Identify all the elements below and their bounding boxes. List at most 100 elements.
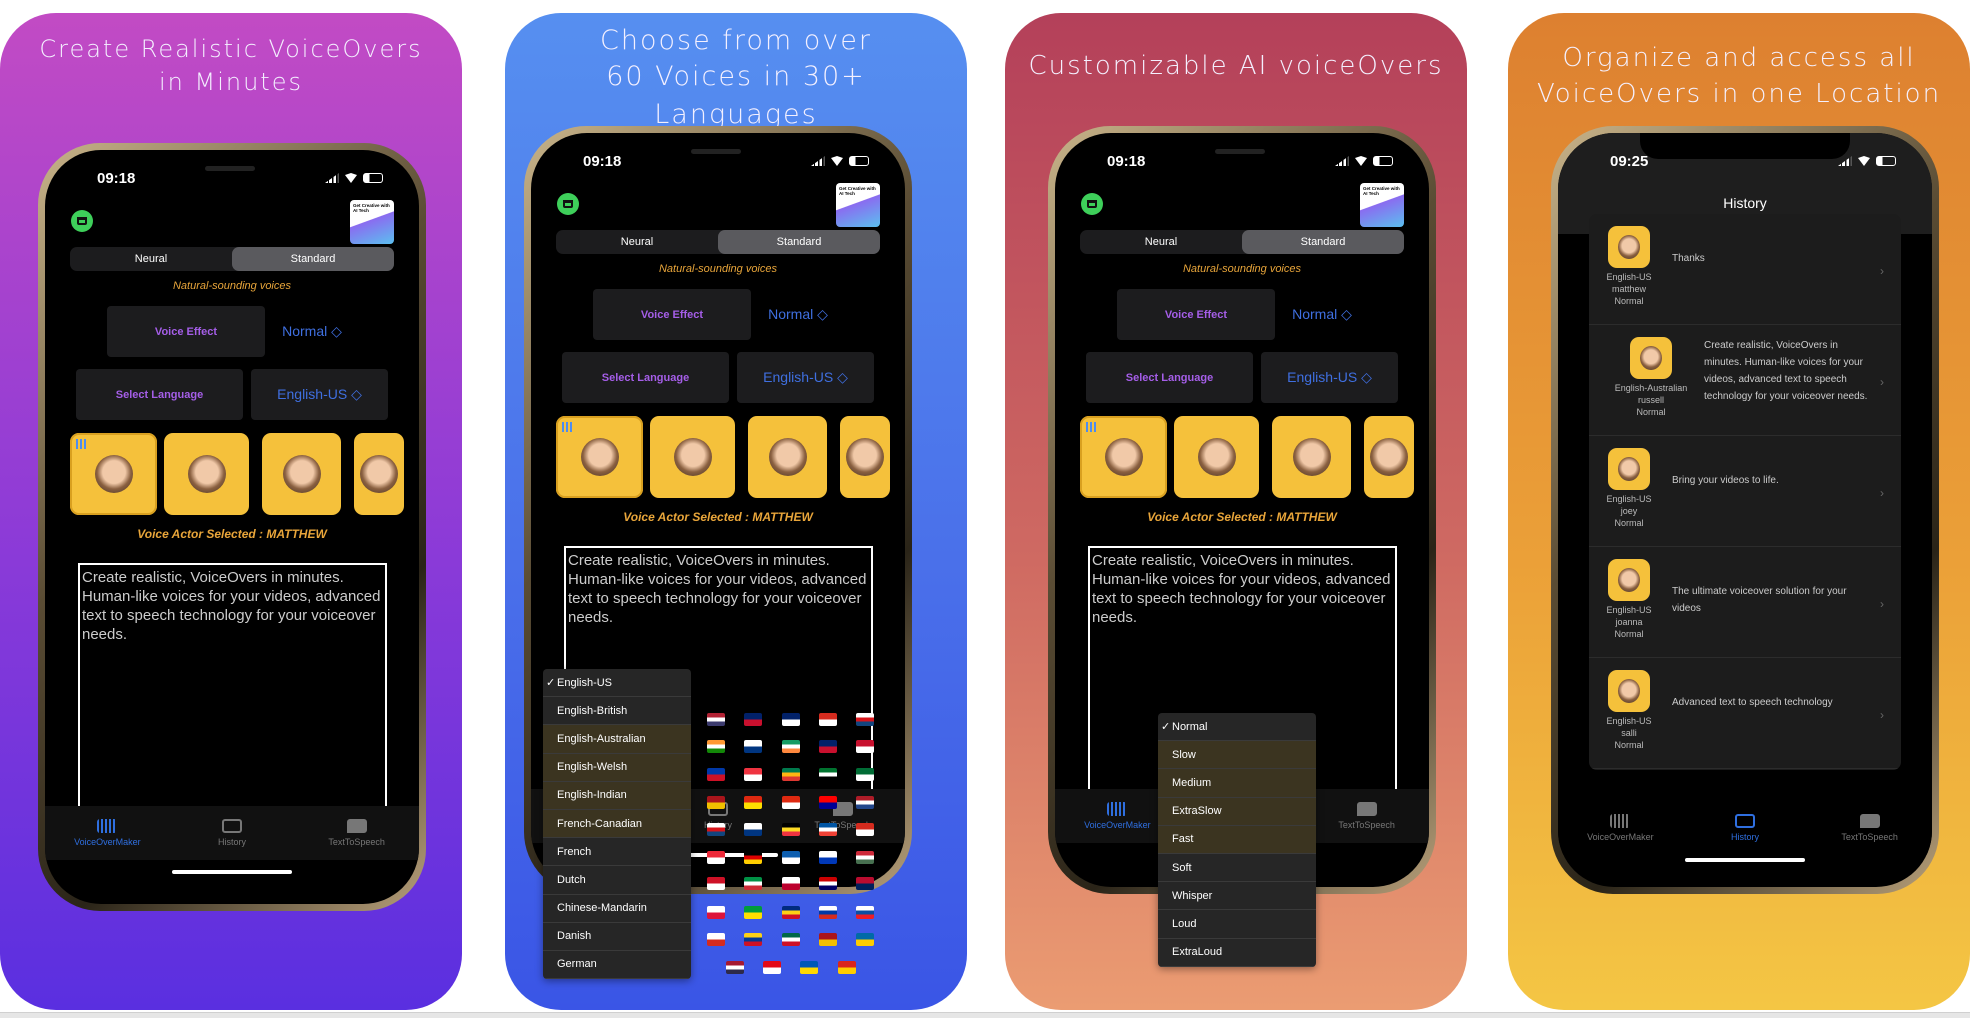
flag-tr-icon[interactable] <box>763 961 781 974</box>
flag-nl-icon[interactable] <box>856 796 874 809</box>
flag-de-icon[interactable] <box>744 851 762 864</box>
flag-ch-icon[interactable] <box>856 823 874 836</box>
flag-au-icon[interactable] <box>782 713 800 726</box>
voice-actor-avatar[interactable] <box>556 416 643 498</box>
cart-button[interactable] <box>1081 193 1103 215</box>
voice-effect-option[interactable]: Soft <box>1158 854 1316 883</box>
segment-standard[interactable]: Standard <box>1242 230 1404 254</box>
language-option[interactable]: Chinese-Mandarin <box>543 895 691 923</box>
language-option[interactable]: German <box>543 951 691 979</box>
flag-pl-icon[interactable] <box>707 906 725 919</box>
language-picker[interactable]: English-US ◇ <box>737 352 874 403</box>
tab-text-to-speech[interactable]: TextToSpeech <box>1304 789 1429 843</box>
segment-standard[interactable]: Standard <box>232 247 394 271</box>
language-option[interactable]: French-Canadian <box>543 809 691 839</box>
voice-effect-picker[interactable]: Normal ◇ <box>267 306 357 357</box>
flag-nz-icon[interactable] <box>819 740 837 753</box>
history-item[interactable]: English-US salli Normal Advanced text to sp… <box>1589 658 1901 769</box>
flag-th-icon[interactable] <box>726 961 744 974</box>
voice-actor-avatar[interactable] <box>262 433 341 515</box>
flag-cn-icon[interactable] <box>744 796 762 809</box>
voice-actor-avatar[interactable] <box>164 433 249 515</box>
flag-ro-icon[interactable] <box>782 906 800 919</box>
flag-cz-icon[interactable] <box>856 713 874 726</box>
flag-es-icon[interactable] <box>707 796 725 809</box>
flag-ca-icon[interactable] <box>819 713 837 726</box>
cart-button[interactable] <box>557 193 579 215</box>
voice-effect-option[interactable]: Normal <box>1158 713 1316 742</box>
voice-effect-option[interactable]: ExtraSlow <box>1158 797 1316 826</box>
flag-sg-icon[interactable] <box>744 768 762 781</box>
flag-vn-icon[interactable] <box>838 961 856 974</box>
language-picker[interactable]: English-US ◇ <box>1261 352 1398 403</box>
flag-be-icon[interactable] <box>782 823 800 836</box>
voice-actor-avatar[interactable] <box>840 416 890 498</box>
tab-waveform[interactable]: VoiceOverMaker <box>45 806 170 860</box>
voice-actor-avatar[interactable] <box>1272 416 1351 498</box>
flag-fi-icon[interactable] <box>744 740 762 753</box>
flag-cz-icon[interactable] <box>707 823 725 836</box>
voice-actor-avatar[interactable] <box>748 416 827 498</box>
segment-standard[interactable]: Standard <box>718 230 880 254</box>
voice-effect-option[interactable]: Fast <box>1158 825 1316 854</box>
flag-ie-icon[interactable] <box>782 740 800 753</box>
language-option[interactable]: Danish <box>543 923 691 951</box>
voice-effect-option[interactable]: Loud <box>1158 910 1316 939</box>
tab-waveform[interactable]: VoiceOverMaker <box>1558 801 1683 855</box>
language-option[interactable]: English-Indian <box>543 781 691 810</box>
cart-button[interactable] <box>71 210 93 232</box>
voice-actor-avatar[interactable] <box>650 416 735 498</box>
flag-ua-icon[interactable] <box>800 961 818 974</box>
flag-no-icon[interactable] <box>856 877 874 890</box>
tab-history[interactable]: History <box>1683 801 1808 855</box>
language-option[interactable]: English-US <box>543 669 691 698</box>
voice-effect-option[interactable]: Whisper <box>1158 882 1316 911</box>
language-option[interactable]: English-Welsh <box>543 753 691 782</box>
flag-se-icon[interactable] <box>856 933 874 946</box>
flag-ph-icon[interactable] <box>707 768 725 781</box>
voice-actor-avatar[interactable] <box>1080 416 1167 498</box>
language-option[interactable]: English-British <box>543 697 691 726</box>
flag-ru-icon[interactable] <box>819 906 837 919</box>
flag-za-icon[interactable] <box>782 768 800 781</box>
language-option[interactable]: English-Australian <box>543 725 691 754</box>
language-option[interactable]: French <box>543 838 691 867</box>
language-option[interactable]: Dutch <box>543 866 691 895</box>
flag-co-icon[interactable] <box>744 933 762 946</box>
flag-il-icon[interactable] <box>819 851 837 864</box>
voice-actor-avatar[interactable] <box>70 433 157 515</box>
segment-neural[interactable]: Neural <box>556 230 718 254</box>
flag-dk-icon[interactable] <box>856 740 874 753</box>
flag-sk-icon[interactable] <box>856 906 874 919</box>
flag-us-icon[interactable] <box>707 713 725 726</box>
flag-hk-icon[interactable] <box>782 796 800 809</box>
history-item[interactable]: English-US joanna Normal The ultimate voice… <box>1589 547 1901 658</box>
flag-my-icon[interactable] <box>819 877 837 890</box>
history-item[interactable]: English-US joey Normal Bring your videos to… <box>1589 436 1901 547</box>
voice-effect-option[interactable]: Slow <box>1158 741 1316 770</box>
flag-hu-icon[interactable] <box>856 851 874 864</box>
flag-at-icon[interactable] <box>707 851 725 864</box>
tab-history[interactable]: History <box>170 806 295 860</box>
flag-gb-icon[interactable] <box>744 713 762 726</box>
history-item[interactable]: English-Australian russell Normal Create re… <box>1589 325 1901 436</box>
flag-fr-icon[interactable] <box>819 823 837 836</box>
voice-actor-avatar[interactable] <box>1174 416 1259 498</box>
voice-effect-option[interactable]: ExtraLoud <box>1158 939 1316 967</box>
flag-mx-icon[interactable] <box>782 933 800 946</box>
flag-id-icon[interactable] <box>707 877 725 890</box>
flag-sa-icon[interactable] <box>856 768 874 781</box>
language-picker[interactable]: English-US ◇ <box>251 369 388 420</box>
flag-es-icon[interactable] <box>819 933 837 946</box>
script-text-area[interactable]: Create realistic, VoiceOvers in minutes.… <box>78 563 387 823</box>
voice-actor-avatar[interactable] <box>1364 416 1414 498</box>
tab-text-to-speech[interactable]: TextToSpeech <box>1807 801 1932 855</box>
voice-effect-picker[interactable]: Normal ◇ <box>1277 289 1367 340</box>
segment-neural[interactable]: Neural <box>70 247 232 271</box>
flag-it-icon[interactable] <box>744 877 762 890</box>
flag-tw-icon[interactable] <box>819 796 837 809</box>
voice-actor-avatar[interactable] <box>354 433 404 515</box>
flag-in-icon[interactable] <box>707 740 725 753</box>
flag-gr-icon[interactable] <box>782 851 800 864</box>
voice-effect-picker[interactable]: Normal ◇ <box>753 289 843 340</box>
